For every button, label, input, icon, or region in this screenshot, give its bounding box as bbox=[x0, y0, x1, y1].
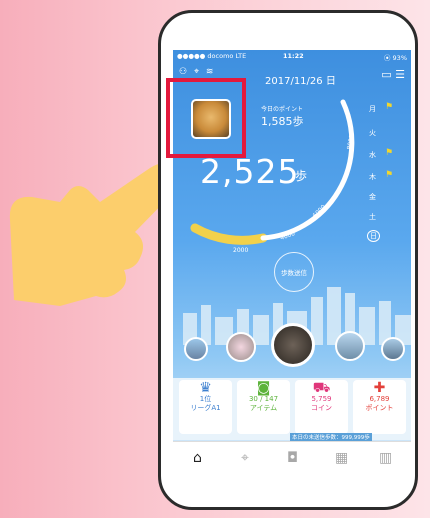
grid-icon[interactable]: ▦ bbox=[335, 450, 348, 466]
home-icon[interactable]: ⌂ bbox=[193, 450, 202, 466]
coin-count: 5,759 bbox=[311, 395, 332, 403]
coin-card[interactable]: ⛟ 5,759 コイン bbox=[295, 380, 348, 434]
item-card[interactable]: ◙ 30 / 147 アイテム bbox=[237, 380, 290, 434]
gauge-tick-2000: 2000 bbox=[233, 247, 248, 254]
flag-icon: ⚑ bbox=[385, 102, 394, 112]
photo-thumbnail-selected[interactable] bbox=[271, 323, 315, 367]
avatar-highlight bbox=[166, 78, 246, 158]
step-count: 2,525 bbox=[200, 152, 300, 191]
league-rank: 1位 bbox=[199, 395, 212, 403]
week-day: 月 bbox=[369, 105, 376, 113]
gauge-tick-8000: 8000 bbox=[346, 134, 356, 150]
league-name: リーグA1 bbox=[190, 404, 221, 412]
point-count: 6,789 bbox=[369, 395, 390, 403]
cart-icon: ⛟ bbox=[312, 380, 331, 396]
photo-thumbnail[interactable] bbox=[335, 331, 365, 361]
week-day: 金 bbox=[369, 193, 376, 201]
flag-icon: ⚑ bbox=[385, 148, 394, 158]
map-pin-icon[interactable]: ⌖ bbox=[241, 450, 249, 466]
week-day: 土 bbox=[369, 213, 376, 221]
coin-label: コイン bbox=[311, 404, 332, 412]
camera-plus-icon: ◙ bbox=[256, 380, 271, 396]
unsent-steps-note: 本日の未送信歩数：999,999歩 bbox=[290, 433, 372, 441]
stats-cards: ♛ 1位 リーグA1 ◙ 30 / 147 アイテム ⛟ 5,759 コイン ✚… bbox=[173, 378, 411, 440]
photo-thumbnail[interactable] bbox=[184, 337, 208, 361]
today-points-label: 今日のポイント bbox=[261, 106, 304, 113]
today-points-value: 1,585歩 bbox=[261, 115, 304, 128]
photo-thumbnail[interactable] bbox=[381, 337, 405, 361]
flag-icon: ⚑ bbox=[385, 170, 394, 180]
week-day: 水 bbox=[369, 151, 376, 159]
tab-bar: ⌂ ⌖ ◘ ▦ ▥ bbox=[173, 441, 411, 476]
step-unit: 歩 bbox=[295, 169, 308, 183]
photo-thumbnail[interactable] bbox=[226, 332, 256, 362]
camera-icon[interactable]: ◘ bbox=[287, 450, 298, 466]
crown-icon: ♛ bbox=[199, 380, 212, 396]
item-count: 30 / 147 bbox=[248, 395, 279, 403]
item-label: アイテム bbox=[249, 404, 278, 412]
week-day-today: 日 bbox=[367, 230, 380, 242]
point-card[interactable]: ✚ 6,789 ポイント bbox=[353, 380, 406, 434]
week-day: 火 bbox=[369, 129, 376, 137]
league-card[interactable]: ♛ 1位 リーグA1 bbox=[179, 380, 232, 434]
week-day: 木 bbox=[369, 173, 376, 181]
gauge-tick-4000: 4000 bbox=[279, 230, 296, 242]
gift-icon: ✚ bbox=[373, 380, 386, 396]
point-label: ポイント bbox=[365, 404, 394, 412]
chart-icon[interactable]: ▥ bbox=[379, 450, 392, 466]
gauge-progress bbox=[190, 223, 268, 245]
